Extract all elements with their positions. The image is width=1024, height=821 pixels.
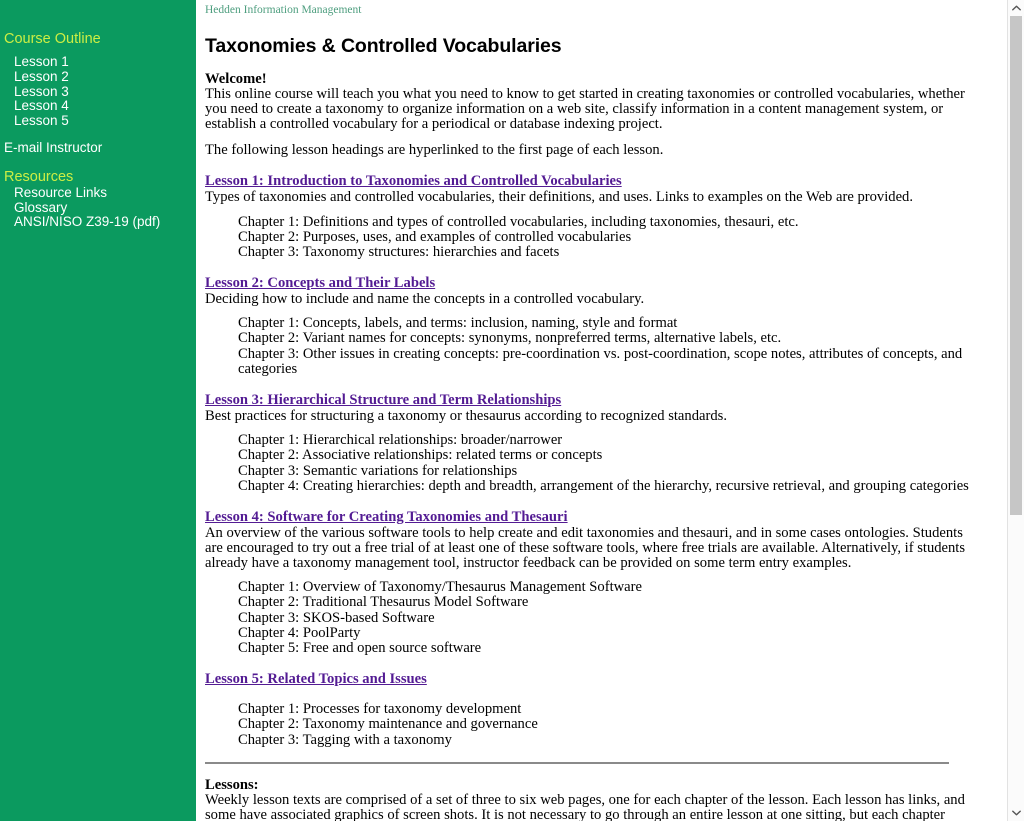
lesson-block-3: Lesson 3: Hierarchical Structure and Ter… [205, 391, 974, 494]
lesson-block-5: Lesson 5: Related Topics and Issues Chap… [205, 670, 974, 748]
chevron-up-icon [1011, 5, 1021, 11]
chapter-item: Chapter 4: Creating hierarchies: depth a… [238, 477, 969, 494]
vertical-scrollbar[interactable] [1007, 0, 1024, 821]
chapter-item: Chapter 3: Other issues in creating conc… [238, 345, 963, 377]
sidebar-navigation: Course Outline Lesson 1 Lesson 2 Lesson … [0, 0, 196, 821]
sidebar-item-ansi-niso-pdf[interactable]: ANSI/NISO Z39-19 (pdf) [0, 215, 196, 230]
chapter-item: Chapter 1: Overview of Taxonomy/Thesauru… [238, 579, 642, 596]
chapter-item: Chapter 3: Semantic variations for relat… [238, 462, 518, 479]
sidebar-lesson-list: Lesson 1 Lesson 2 Lesson 3 Lesson 4 Less… [0, 54, 196, 129]
lesson-4-description: An overview of the various software tool… [205, 524, 966, 572]
lesson-4-chapter-list: Chapter 1: Overview of Taxonomy/Thesauru… [205, 580, 974, 656]
chevron-down-icon [1011, 810, 1021, 816]
scrollbar-track[interactable] [1008, 16, 1024, 805]
chapter-item: Chapter 2: Associative relationships: re… [238, 447, 603, 464]
sidebar-item-lesson-1[interactable]: Lesson 1 [0, 54, 196, 70]
chapter-item: Chapter 1: Definitions and types of cont… [238, 213, 799, 230]
lesson-block-4: Lesson 4: Software for Creating Taxonomi… [205, 508, 974, 656]
lesson-3-description: Best practices for structuring a taxonom… [205, 408, 727, 425]
chapter-item: Chapter 3: Tagging with a taxonomy [238, 731, 452, 748]
welcome-heading: Welcome! [205, 71, 267, 87]
lesson-5-chapter-list: Chapter 1: Processes for taxonomy develo… [205, 702, 974, 748]
lesson-4-link[interactable]: Lesson 4: Software for Creating Taxonomi… [205, 509, 568, 525]
sidebar-heading-course-outline: Course Outline [4, 31, 101, 47]
chapter-item: Chapter 5: Free and open source software [238, 640, 482, 657]
chapter-item: Chapter 2: Variant names for concepts: s… [238, 330, 782, 347]
sidebar-resource-list: Resource Links Glossary ANSI/NISO Z39-19… [0, 185, 196, 230]
chapter-item: Chapter 1: Concepts, labels, and terms: … [238, 315, 678, 332]
chapter-item: Chapter 2: Taxonomy maintenance and gove… [238, 716, 538, 733]
chapter-item: Chapter 3: Taxonomy structures: hierarch… [238, 243, 560, 260]
scrollbar-thumb[interactable] [1010, 16, 1022, 515]
chapter-item: Chapter 1: Processes for taxonomy develo… [238, 701, 522, 718]
lesson-1-description: Types of taxonomies and controlled vocab… [205, 189, 913, 206]
chapter-item: Chapter 3: SKOS-based Software [238, 609, 435, 626]
lesson-3-chapter-list: Chapter 1: Hierarchical relationships: b… [205, 432, 974, 494]
lesson-3-link[interactable]: Lesson 3: Hierarchical Structure and Ter… [205, 392, 561, 408]
lesson-2-chapter-list: Chapter 1: Concepts, labels, and terms: … [205, 316, 974, 377]
lesson-5-link[interactable]: Lesson 5: Related Topics and Issues [205, 671, 427, 687]
page-root: Course Outline Lesson 1 Lesson 2 Lesson … [0, 0, 1024, 821]
sidebar-content-gap [196, 0, 205, 821]
scroll-down-button[interactable] [1008, 805, 1024, 821]
chapter-item: Chapter 2: Purposes, uses, and examples … [238, 228, 632, 245]
chapter-item: Chapter 1: Hierarchical relationships: b… [238, 432, 563, 449]
sidebar-item-glossary[interactable]: Glossary [0, 200, 196, 216]
chapter-item: Chapter 4: PoolParty [238, 624, 361, 641]
lesson-block-2: Lesson 2: Concepts and Their Labels Deci… [205, 274, 974, 377]
chapter-item: Chapter 2: Traditional Thesaurus Model S… [238, 594, 529, 611]
lessons-text: Weekly lesson texts are comprised of a s… [205, 791, 965, 821]
hyperlink-note: The following lesson headings are hyperl… [205, 142, 664, 159]
lesson-block-1: Lesson 1: Introduction to Taxonomies and… [205, 172, 974, 260]
lessons-heading: Lessons: [205, 776, 259, 793]
sidebar-item-lesson-5[interactable]: Lesson 5 [0, 113, 196, 129]
sidebar-item-lesson-3[interactable]: Lesson 3 [0, 84, 196, 100]
sidebar-heading-resources: Resources [4, 168, 74, 185]
main-content: Hedden Information Management Taxonomies… [205, 0, 1024, 821]
page-title: Taxonomies & Controlled Vocabularies [205, 35, 562, 57]
sidebar-item-email-instructor[interactable]: E-mail Instructor [0, 140, 196, 156]
lesson-2-link[interactable]: Lesson 2: Concepts and Their Labels [205, 275, 435, 291]
sidebar-item-lesson-2[interactable]: Lesson 2 [0, 69, 196, 85]
footer-section-lessons: Lessons: Weekly lesson texts are compris… [205, 776, 974, 821]
sidebar-item-lesson-4[interactable]: Lesson 4 [0, 99, 196, 114]
lesson-1-chapter-list: Chapter 1: Definitions and types of cont… [205, 213, 974, 261]
scroll-up-button[interactable] [1008, 0, 1024, 16]
lesson-2-description: Deciding how to include and name the con… [205, 291, 645, 308]
lesson-1-link[interactable]: Lesson 1: Introduction to Taxonomies and… [205, 173, 622, 189]
sidebar-item-resource-links[interactable]: Resource Links [0, 185, 196, 201]
welcome-paragraph: This online course will teach you what y… [205, 86, 965, 133]
site-home-link[interactable]: Hedden Information Management [205, 4, 361, 17]
